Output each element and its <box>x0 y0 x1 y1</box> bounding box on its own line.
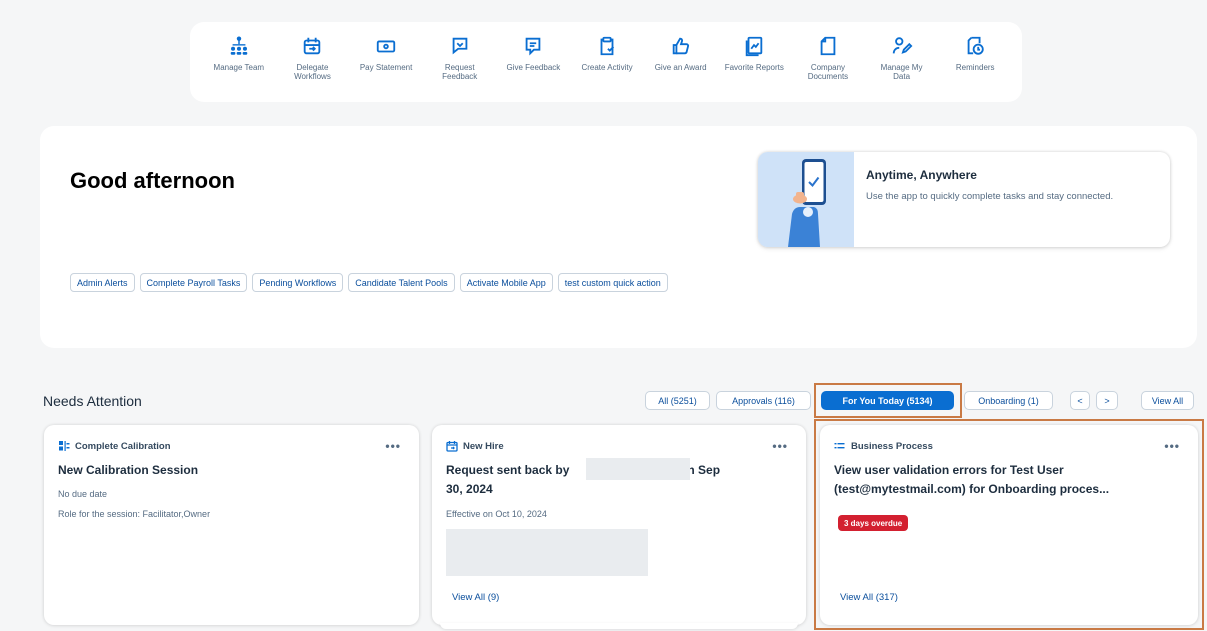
card-role: Role for the session: Facilitator,Owner <box>58 509 211 519</box>
card-title-line2: (test@mytestmail.com) for Onboarding pro… <box>834 482 1110 496</box>
more-options-button[interactable]: ••• <box>1164 439 1180 453</box>
shortcut-label: Manage Team <box>213 63 265 72</box>
quick-action-complete-payroll-tasks[interactable]: Complete Payroll Tasks <box>139 273 248 292</box>
shortcut-create-activity[interactable]: Create Activity <box>570 30 644 102</box>
process-icon <box>834 440 846 452</box>
card-title-part1: Request sent back by <box>446 463 570 477</box>
card-title-line1: View user validation errors for Test Use… <box>834 463 1064 477</box>
shortcut-reminders[interactable]: Reminders <box>938 30 1012 102</box>
shortcut-pay-statement[interactable]: Pay Statement <box>349 30 423 102</box>
shortcut-label: Delegate Workflows <box>294 63 331 81</box>
task-card-new-hire[interactable]: New Hire ••• Request sent back by on Sep… <box>432 425 806 625</box>
reminder-icon <box>963 34 987 58</box>
shortcut-label: Manage My Data <box>880 63 923 81</box>
card-category-label: Complete Calibration <box>75 440 171 452</box>
card-view-all-link[interactable]: View All (9) <box>452 592 499 603</box>
org-chart-icon <box>227 34 251 58</box>
needs-attention-title: Needs Attention <box>43 393 142 409</box>
shortcut-label: Pay Statement <box>359 63 413 72</box>
phone-illustration <box>758 152 854 247</box>
shortcut-manage-my-data[interactable]: Manage My Data <box>865 30 939 102</box>
shortcut-favorite-reports[interactable]: Favorite Reports <box>717 30 791 102</box>
shortcut-label: Request Feedback <box>442 63 478 81</box>
mobile-app-promo[interactable]: Anytime, Anywhere Use the app to quickly… <box>758 152 1170 247</box>
promo-description: Use the app to quickly complete tasks an… <box>866 191 1114 202</box>
shortcut-bar: Manage Team Delegate Workflows Pay State… <box>190 22 1022 102</box>
more-options-button[interactable]: ••• <box>385 439 401 453</box>
card-category-label: Business Process <box>851 440 933 452</box>
shortcut-company-documents[interactable]: Company Documents <box>791 30 865 102</box>
quick-action-activate-mobile-app[interactable]: Activate Mobile App <box>459 273 553 292</box>
card-view-all-link[interactable]: View All (317) <box>840 592 898 603</box>
shortcut-label: Favorite Reports <box>724 63 784 72</box>
card-due-date: No due date <box>58 489 108 499</box>
money-icon <box>374 34 398 58</box>
shortcut-label: Give an Award <box>654 63 707 72</box>
shortcut-delegate-workflows[interactable]: Delegate Workflows <box>276 30 350 102</box>
card-category: Business Process <box>834 440 933 452</box>
card-title-part3: 30, 2024 <box>446 482 493 496</box>
shortcut-give-feedback[interactable]: Give Feedback <box>497 30 571 102</box>
feedback-icon <box>521 34 545 58</box>
redacted-block <box>446 529 648 576</box>
view-all-button[interactable]: View All <box>1141 391 1194 410</box>
task-card-calibration[interactable]: Complete Calibration ••• New Calibration… <box>44 425 419 625</box>
greeting-card: Good afternoon Anytime, Anywhere Use the… <box>40 126 1197 348</box>
card-category: New Hire <box>446 440 504 452</box>
page-title: Good afternoon <box>70 168 235 193</box>
quick-action-pending-workflows[interactable]: Pending Workflows <box>252 273 344 292</box>
delegate-icon <box>300 34 324 58</box>
card-category-label: New Hire <box>463 440 504 452</box>
new-hire-icon <box>446 440 458 452</box>
filter-for-you-today[interactable]: For You Today (5134) <box>821 391 954 410</box>
more-options-button[interactable]: ••• <box>772 439 788 453</box>
next-page-button[interactable]: > <box>1096 391 1118 410</box>
shortcut-give-award[interactable]: Give an Award <box>644 30 718 102</box>
reports-icon <box>742 34 766 58</box>
stacked-card-edge <box>440 623 798 629</box>
filter-all[interactable]: All (5251) <box>645 391 710 410</box>
promo-title: Anytime, Anywhere <box>866 168 977 182</box>
user-edit-icon <box>890 34 914 58</box>
overdue-badge: 3 days overdue <box>838 515 909 531</box>
shortcut-label: Reminders <box>955 63 995 72</box>
calibration-icon <box>58 440 70 452</box>
card-category: Complete Calibration <box>58 440 171 452</box>
card-effective-date: Effective on Oct 10, 2024 <box>446 509 547 519</box>
card-title: New Calibration Session <box>58 463 199 477</box>
task-card-business-process[interactable]: Business Process ••• View user validatio… <box>820 425 1198 625</box>
clipboard-icon <box>595 34 619 58</box>
quick-action-test-custom[interactable]: test custom quick action <box>557 273 668 292</box>
quick-actions: Admin Alerts Complete Payroll Tasks Pend… <box>70 273 730 292</box>
card-title: View user validation errors for Test Use… <box>834 461 1109 499</box>
quick-action-admin-alerts[interactable]: Admin Alerts <box>70 273 135 292</box>
quick-action-candidate-talent-pools[interactable]: Candidate Talent Pools <box>348 273 455 292</box>
redacted-name <box>586 458 690 480</box>
shortcut-label: Create Activity <box>581 63 633 72</box>
thumbs-up-icon <box>669 34 693 58</box>
document-icon <box>816 34 840 58</box>
prev-page-button[interactable]: < <box>1070 391 1090 410</box>
shortcut-label: Give Feedback <box>506 63 561 72</box>
shortcut-label: Company Documents <box>807 63 849 81</box>
request-feedback-icon <box>448 34 472 58</box>
filter-onboarding[interactable]: Onboarding (1) <box>964 391 1053 410</box>
shortcut-request-feedback[interactable]: Request Feedback <box>423 30 497 102</box>
shortcut-manage-team[interactable]: Manage Team <box>202 30 276 102</box>
filter-approvals[interactable]: Approvals (116) <box>716 391 811 410</box>
